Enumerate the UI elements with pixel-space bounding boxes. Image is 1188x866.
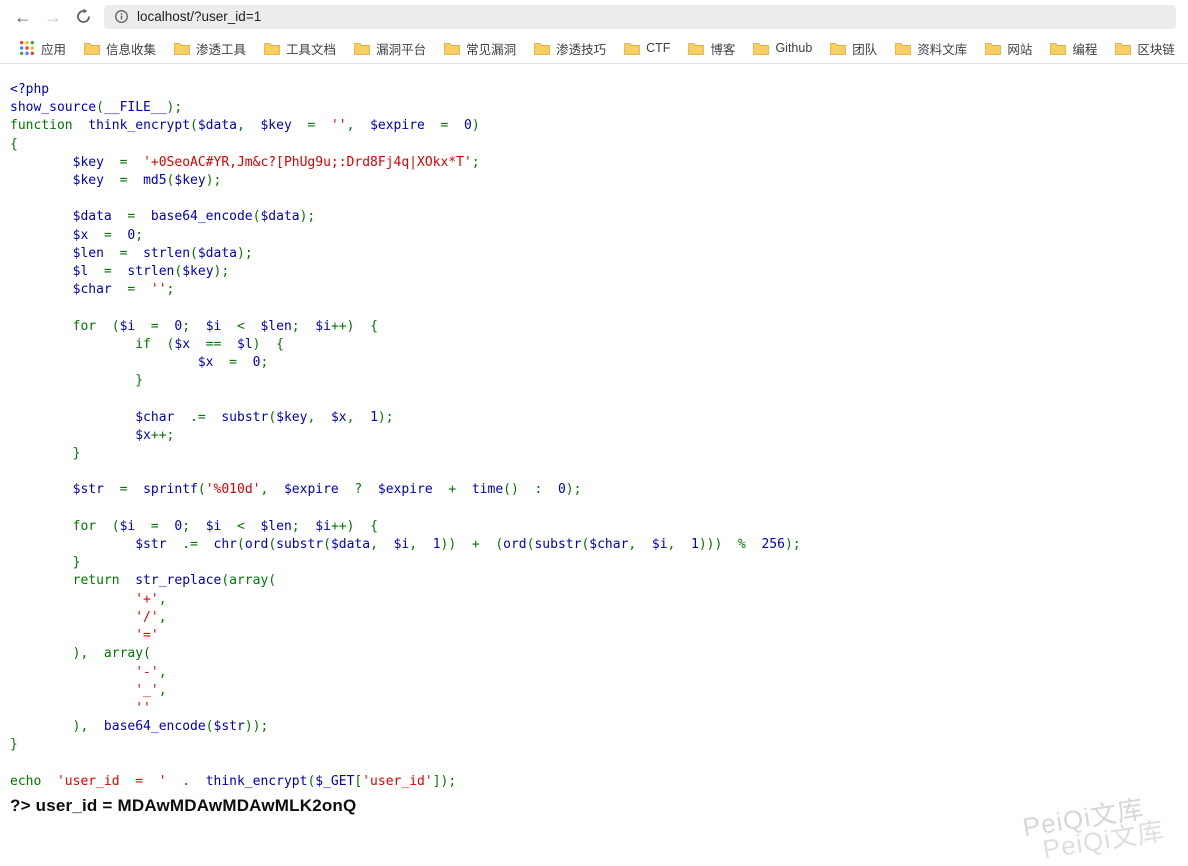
bookmark-folder[interactable]: 编程 (1041, 36, 1106, 61)
bookmark-label: CTF (646, 41, 671, 55)
code-line: $str .= chr(ord(substr($data, $i, 1)) + … (10, 537, 801, 553)
code-line: '-', (135, 664, 167, 680)
bookmark-folder[interactable]: 团队 (821, 36, 886, 61)
address-bar[interactable]: localhost/?user_id=1 (104, 4, 1176, 29)
folder-icon (84, 42, 100, 55)
bookmark-label: 网站 (1007, 42, 1033, 57)
bookmark-folder[interactable]: 常见漏洞 (435, 36, 525, 61)
code-line: '' (135, 700, 151, 716)
bookmarks-bar: 应用 信息收集 渗透工具 工具文档 漏洞平台 常见漏洞 渗透技巧 CTF 博客 Github 团队… (0, 33, 1188, 64)
reload-icon-glyph (76, 8, 90, 23)
bookmark-label: 渗透技巧 (556, 42, 607, 57)
bookmark-label: 团队 (852, 42, 878, 57)
code-line: for ($i = 0; $i < $len; $i++) { (10, 518, 378, 534)
code-line: $str = sprintf('%010d', $expire ? $expir… (10, 482, 582, 498)
bookmark-label: 资料文库 (917, 42, 968, 57)
code-line: $l = strlen($key); (10, 264, 230, 280)
folder-icon (174, 42, 190, 55)
bookmark-folder[interactable]: 信息收集 (75, 36, 165, 61)
bookmark-folder[interactable]: 网站 (976, 36, 1041, 61)
bookmark-label: 信息收集 (106, 42, 157, 57)
code-line: $key = md5($key); (10, 173, 222, 189)
code-line: $key = '+0SeoAC#YR,Jm&c?[PhUg9u;:Drd8Fj4… (10, 154, 480, 170)
code-line: ), array( (10, 646, 151, 662)
bookmark-folder[interactable]: 工具文档 (255, 36, 345, 61)
bookmark-label: 博客 (710, 42, 736, 57)
code-line: for ($i = 0; $i < $len; $i++) { (10, 318, 378, 334)
code-line: '=' (135, 628, 159, 644)
bookmark-label: Github (775, 41, 813, 55)
browser-toolbar: ← → localhost/?user_id=1 (0, 0, 1188, 33)
folder-icon (1050, 42, 1067, 55)
bookmark-label: 渗透工具 (196, 42, 247, 57)
code-line: '+', (135, 591, 167, 607)
page-content: <?php show_source(__FILE__); function thin… (0, 64, 1188, 816)
bookmark-label: 常见漏洞 (466, 42, 517, 57)
reload-icon[interactable] (68, 8, 98, 25)
code-line: $char = ''; (10, 282, 175, 298)
code-line: '_', (135, 682, 167, 698)
php-source: <?php show_source(__FILE__); function thin… (10, 81, 1188, 791)
code-line: { (10, 136, 18, 152)
bookmark-label: 区块链 (1137, 42, 1175, 57)
folder-icon (264, 42, 280, 55)
folder-icon (895, 42, 912, 55)
code-line: '/', (135, 609, 167, 625)
bookmark-label: 漏洞平台 (376, 42, 427, 57)
code-line: $char .= substr($key, $x, 1); (10, 409, 394, 425)
bookmark-label: 应用 (41, 42, 67, 57)
bookmark-folder[interactable]: CTF (615, 38, 679, 58)
code-line: } (10, 446, 81, 462)
code-line: $len = strlen($data); (10, 245, 253, 261)
bookmark-folder[interactable]: Github (744, 38, 821, 58)
code-line: } (10, 737, 18, 753)
code-line: $data = base64_encode($data); (10, 209, 316, 225)
folder-icon (753, 42, 770, 55)
code-line: show_source(__FILE__); (10, 100, 183, 116)
browser-window: ← → localhost/?user_id=1 应用 信息收集 渗透工具 工具… (0, 0, 1188, 864)
code-line: $x = 0; (10, 227, 144, 243)
bookmark-label: 编程 (1072, 42, 1098, 57)
code-line: if ($x == $l) { (10, 336, 284, 352)
code-line: } (10, 555, 81, 571)
code-line: ), base64_encode($str)); (10, 719, 269, 735)
bookmark-folder[interactable]: 渗透技巧 (525, 36, 615, 61)
folder-icon (830, 42, 847, 55)
code-line: <?php (10, 82, 50, 97)
bookmark-folder[interactable]: 区块链 (1106, 36, 1184, 61)
bookmark-apps[interactable]: 应用 (10, 36, 75, 61)
bookmark-label: 工具文档 (286, 42, 337, 57)
folder-icon (534, 42, 550, 55)
php-output: ?> user_id = MDAwMDAwMDAwMLK2onQ (10, 795, 357, 815)
watermark: PeiQi文库 (1040, 815, 1167, 865)
folder-icon (1115, 42, 1132, 55)
code-line: function think_encrypt($data, $key = '',… (10, 118, 480, 134)
code-line: $x = 0; (10, 355, 269, 371)
forward-icon[interactable]: → (38, 2, 68, 32)
code-line: return str_replace(array( (10, 573, 277, 589)
folder-icon (688, 42, 705, 55)
folder-icon (624, 42, 640, 55)
apps-grid-icon (19, 40, 35, 56)
bookmark-folder[interactable]: 博客 (679, 36, 744, 61)
folder-icon (444, 42, 460, 55)
back-icon[interactable]: ← (8, 2, 38, 32)
code-line: echo 'user_id = ' . think_encrypt($_GET[… (10, 773, 457, 789)
folder-icon (354, 42, 370, 55)
bookmark-folder[interactable]: 资料文库 (886, 36, 976, 61)
bookmark-folder[interactable]: 渗透工具 (165, 36, 255, 61)
code-line: $x++; (10, 427, 175, 443)
bookmark-folder[interactable]: 漏洞平台 (345, 36, 435, 61)
code-line: } (10, 373, 144, 389)
folder-icon (985, 42, 1002, 55)
url-text[interactable]: localhost/?user_id=1 (137, 9, 261, 24)
page-info-icon[interactable] (114, 9, 129, 24)
